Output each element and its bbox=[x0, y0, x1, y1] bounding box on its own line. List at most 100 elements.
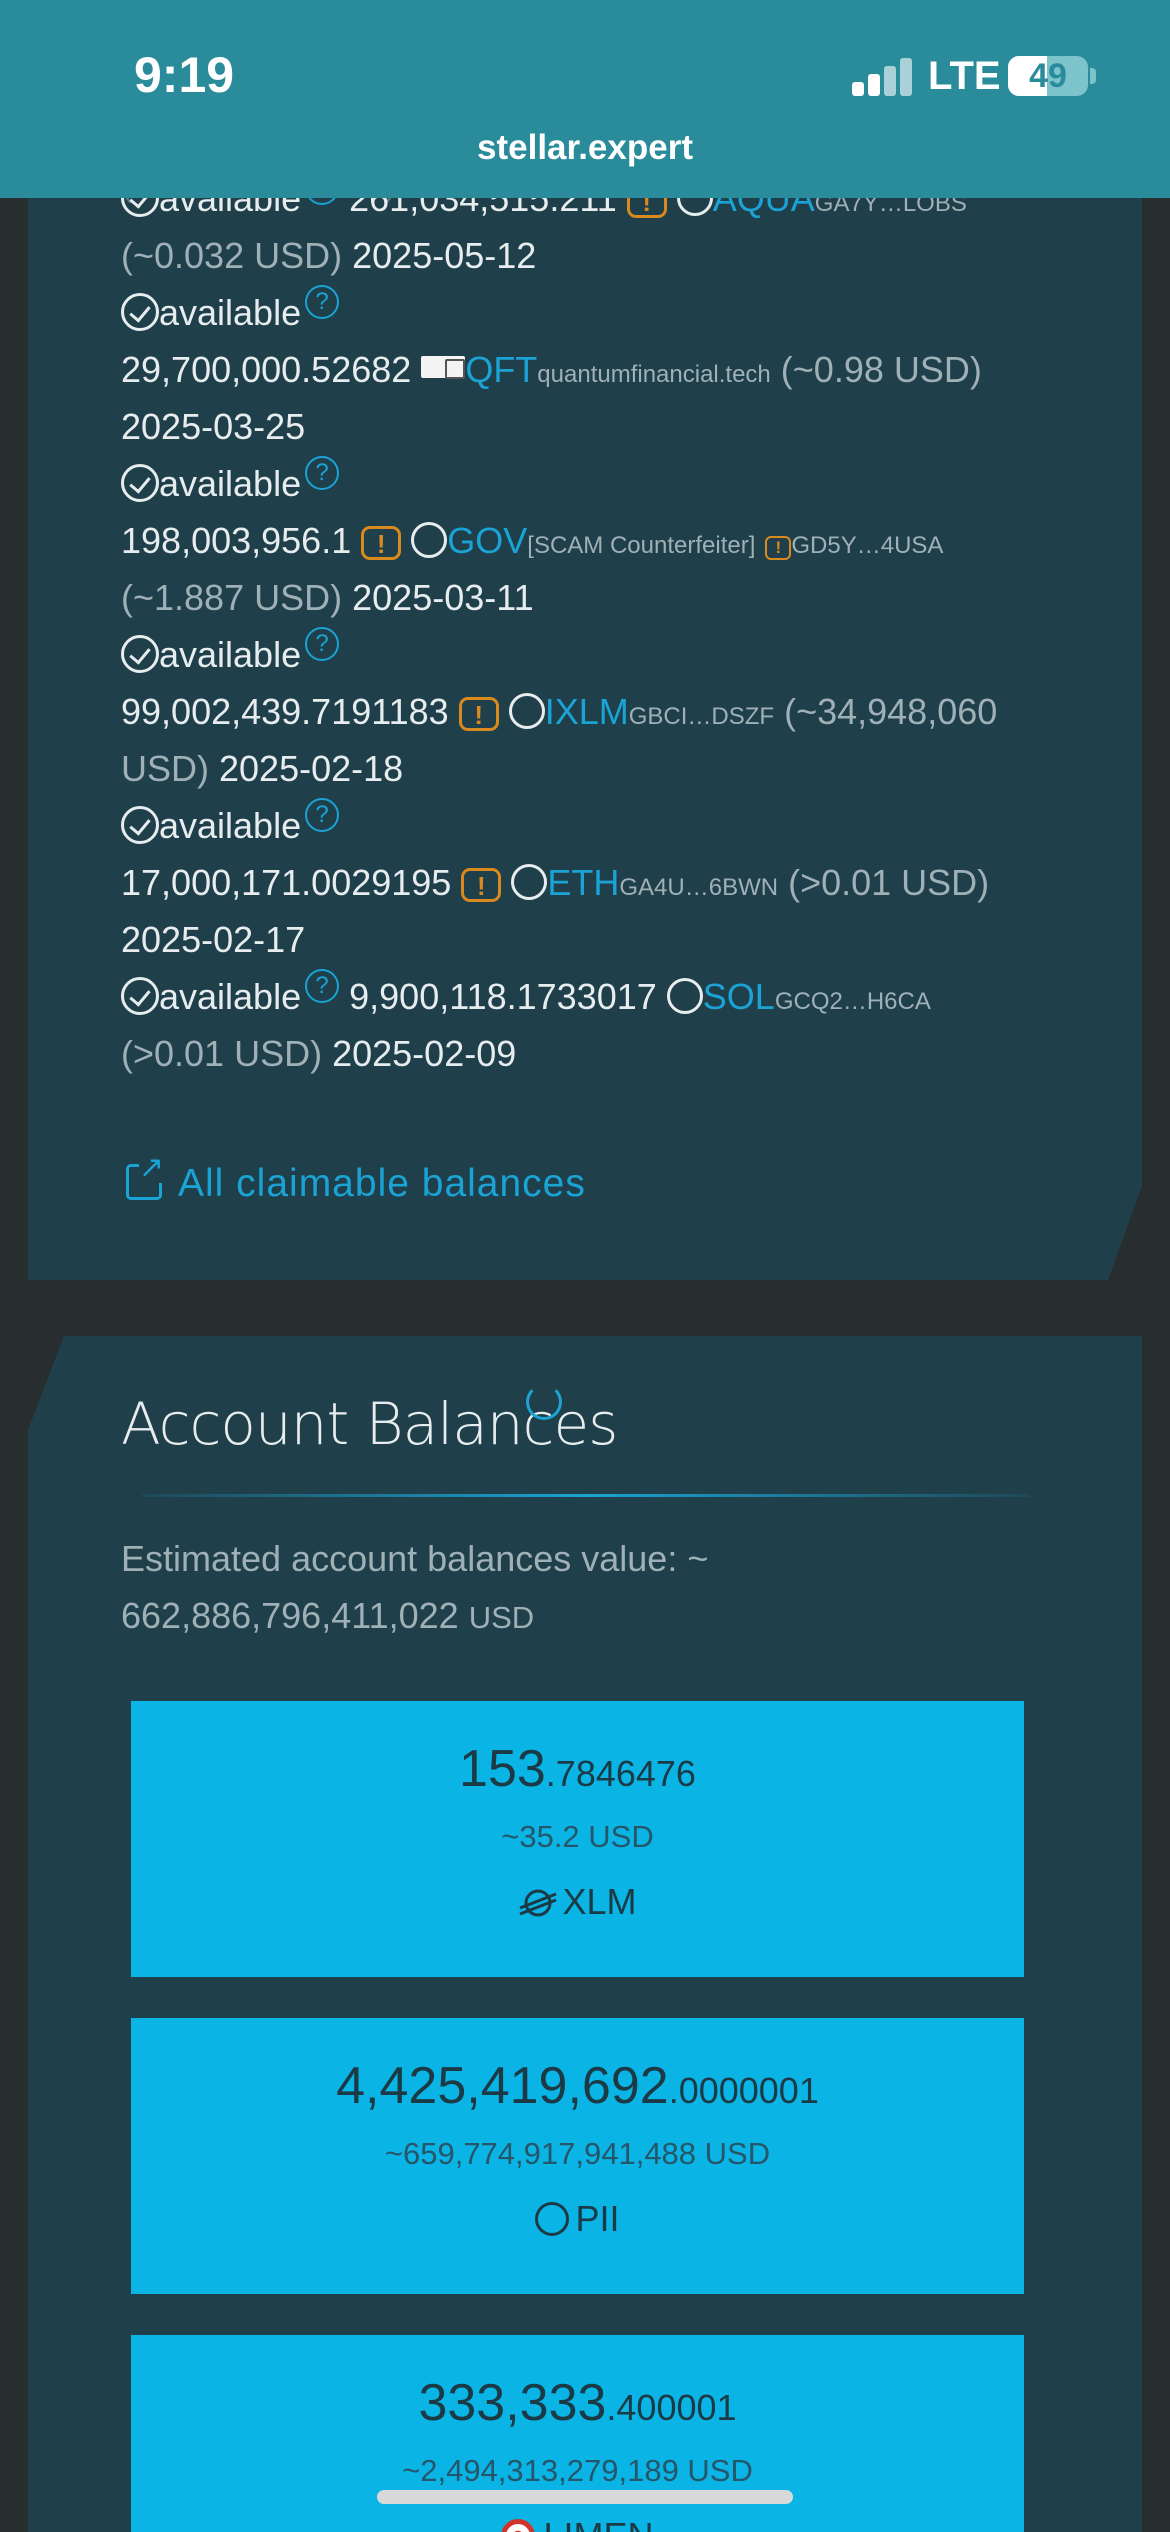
usd-value: (>0.01 USD) bbox=[788, 862, 990, 903]
status-label: available bbox=[159, 463, 302, 504]
amount-int: 153 bbox=[459, 1740, 546, 1798]
all-claimable-balances-link[interactable]: All claimable balances bbox=[126, 1153, 586, 1206]
warning-icon[interactable]: ! bbox=[458, 697, 499, 731]
balance-usd: ~2,494,313,279,189 USD bbox=[402, 2453, 753, 2488]
help-icon[interactable]: ? bbox=[305, 456, 340, 490]
balance-amount: 153.7846476 bbox=[131, 1739, 1024, 1799]
date: 2025-05-12 bbox=[352, 235, 537, 276]
est-value: 662,886,796,411,022 bbox=[121, 1595, 459, 1636]
asset-circle-icon bbox=[666, 978, 703, 1014]
stellar-logo-icon bbox=[519, 1889, 558, 1917]
warning-icon[interactable]: ! bbox=[765, 536, 792, 560]
date: 2025-02-09 bbox=[332, 1033, 517, 1074]
battery-tip bbox=[1090, 68, 1096, 84]
warning-icon[interactable]: ! bbox=[361, 526, 402, 560]
check-circle-icon bbox=[121, 293, 159, 331]
usd-value: (>0.01 USD) bbox=[121, 1033, 323, 1074]
list-item-cont: 29,700,000.52682 QFTquantumfinancial.tec… bbox=[121, 341, 1061, 398]
issuer[interactable]: GBCI…DSZF bbox=[629, 703, 774, 730]
amount-frac: .0000001 bbox=[668, 2070, 819, 2111]
issuer[interactable]: GA4U…6BWN bbox=[619, 874, 778, 901]
balance-usd: ~35.2 USD bbox=[501, 1819, 654, 1854]
amount-int: 333,333 bbox=[418, 2374, 607, 2432]
asset-label[interactable]: LIMEN bbox=[131, 2515, 1024, 2532]
est-label: Estimated account balances value: ~ bbox=[121, 1538, 709, 1579]
list-item: available? bbox=[121, 626, 1061, 683]
usd-value: (~0.98 USD) bbox=[780, 349, 982, 390]
list-item: available? bbox=[121, 797, 1061, 854]
asset-logo-icon bbox=[421, 356, 466, 379]
all-claimable-label[interactable]: All claimable balances bbox=[178, 1162, 586, 1205]
clock: 9:19 bbox=[134, 47, 235, 103]
balance-usd: ~659,774,917,941,488 USD bbox=[384, 2136, 771, 2171]
status-bar: 9:19 LTE 49 stellar.expert bbox=[0, 0, 1170, 198]
date: 2025-02-17 bbox=[121, 919, 306, 960]
asset-circle-icon bbox=[511, 864, 548, 900]
list-item-cont: 99,002,439.7191183 ! IXLMGBCI…DSZF (~34,… bbox=[121, 683, 1061, 740]
status-label: available bbox=[159, 634, 302, 675]
list-item: available? bbox=[121, 455, 1061, 512]
asset-link[interactable]: SOL bbox=[703, 976, 775, 1017]
asset-label[interactable]: PII bbox=[131, 2198, 1024, 2240]
signal-icon bbox=[852, 56, 914, 96]
balance-tile-xlm[interactable]: 153.7846476 ~35.2 USD XLM bbox=[131, 1701, 1024, 1977]
help-icon[interactable]: ? bbox=[305, 969, 340, 1003]
list-item-cont: 2025-02-17 bbox=[121, 911, 1061, 968]
usd-value: (~1.887 USD) bbox=[121, 577, 343, 618]
list-item-cont: 198,003,956.1 ! GOV[SCAM Counterfeiter] … bbox=[121, 512, 1061, 569]
check-circle-icon bbox=[121, 806, 159, 844]
balance-amount: 4,425,419,692.0000001 bbox=[131, 2056, 1024, 2116]
check-circle-icon bbox=[121, 635, 159, 673]
issuer[interactable]: GCQ2…H6CA bbox=[775, 988, 931, 1015]
amount: 99,002,439.7191183 bbox=[121, 691, 449, 732]
issuer[interactable]: quantumfinancial.tech bbox=[537, 361, 770, 388]
amount-frac: .7846476 bbox=[545, 1753, 696, 1794]
battery-icon: 49 bbox=[1008, 56, 1088, 96]
date: 2025-02-18 bbox=[219, 748, 404, 789]
list-item-cont: (>0.01 USD) 2025-02-09 bbox=[121, 1025, 1061, 1082]
external-link-icon bbox=[126, 1153, 165, 1200]
amount: 9,900,118.1733017 bbox=[349, 976, 657, 1017]
asset-code: PII bbox=[575, 2198, 620, 2239]
usd-value-cont: USD) bbox=[121, 748, 209, 789]
url-domain[interactable]: stellar.expert bbox=[0, 128, 1170, 168]
list-item-cont: 17,000,171.0029195 ! ETHGA4U…6BWN (>0.01… bbox=[121, 854, 1061, 911]
list-item-cont: USD) 2025-02-18 bbox=[121, 740, 1061, 797]
home-indicator[interactable] bbox=[377, 2490, 793, 2504]
warning-icon[interactable]: ! bbox=[461, 868, 502, 902]
battery-level: 49 bbox=[1029, 57, 1067, 95]
usd-value: (~34,948,060 bbox=[784, 691, 998, 732]
claimable-list: available? 261,034,515.211 ! AQUAGA7Y…LO… bbox=[121, 170, 1061, 1082]
estimated-value: Estimated account balances value: ~ 662,… bbox=[121, 1530, 821, 1646]
amount-frac: .400001 bbox=[606, 2387, 737, 2428]
refresh-icon[interactable] bbox=[526, 1384, 562, 1420]
asset-label[interactable]: XLM bbox=[131, 1881, 1024, 1923]
help-icon[interactable]: ? bbox=[305, 798, 340, 832]
asset-circle-icon bbox=[508, 693, 545, 729]
asset-link[interactable]: IXLM bbox=[545, 691, 629, 732]
asset-link[interactable]: QFT bbox=[465, 349, 537, 390]
amount: 17,000,171.0029195 bbox=[121, 862, 452, 903]
help-icon[interactable]: ? bbox=[305, 285, 340, 319]
list-item: available? 9,900,118.1733017 SOLGCQ2…H6C… bbox=[121, 968, 1061, 1025]
title-divider bbox=[142, 1494, 1030, 1497]
amount: 198,003,956.1 bbox=[121, 520, 352, 561]
balance-tile-pii[interactable]: 4,425,419,692.0000001 ~659,774,917,941,4… bbox=[131, 2018, 1024, 2294]
list-item-cont: 2025-03-25 bbox=[121, 398, 1061, 455]
help-icon[interactable]: ? bbox=[305, 627, 340, 661]
date: 2025-03-11 bbox=[352, 577, 534, 618]
asset-link[interactable]: GOV bbox=[447, 520, 527, 561]
usd-value: (~0.032 USD) bbox=[121, 235, 343, 276]
issuer[interactable]: GD5Y…4USA bbox=[791, 532, 943, 559]
issuer-note: [SCAM Counterfeiter] bbox=[527, 532, 756, 559]
target-logo-icon bbox=[501, 2519, 536, 2532]
est-unit: USD bbox=[468, 1600, 535, 1635]
list-item-cont: (~0.032 USD) 2025-05-12 bbox=[121, 227, 1061, 284]
date: 2025-03-25 bbox=[121, 406, 306, 447]
amount: 29,700,000.52682 bbox=[121, 349, 412, 390]
amount-int: 4,425,419,692 bbox=[336, 2057, 669, 2115]
list-item: available? bbox=[121, 284, 1061, 341]
asset-link[interactable]: ETH bbox=[547, 862, 619, 903]
asset-code: LIMEN bbox=[543, 2515, 653, 2532]
asset-circle-icon bbox=[535, 2202, 570, 2236]
